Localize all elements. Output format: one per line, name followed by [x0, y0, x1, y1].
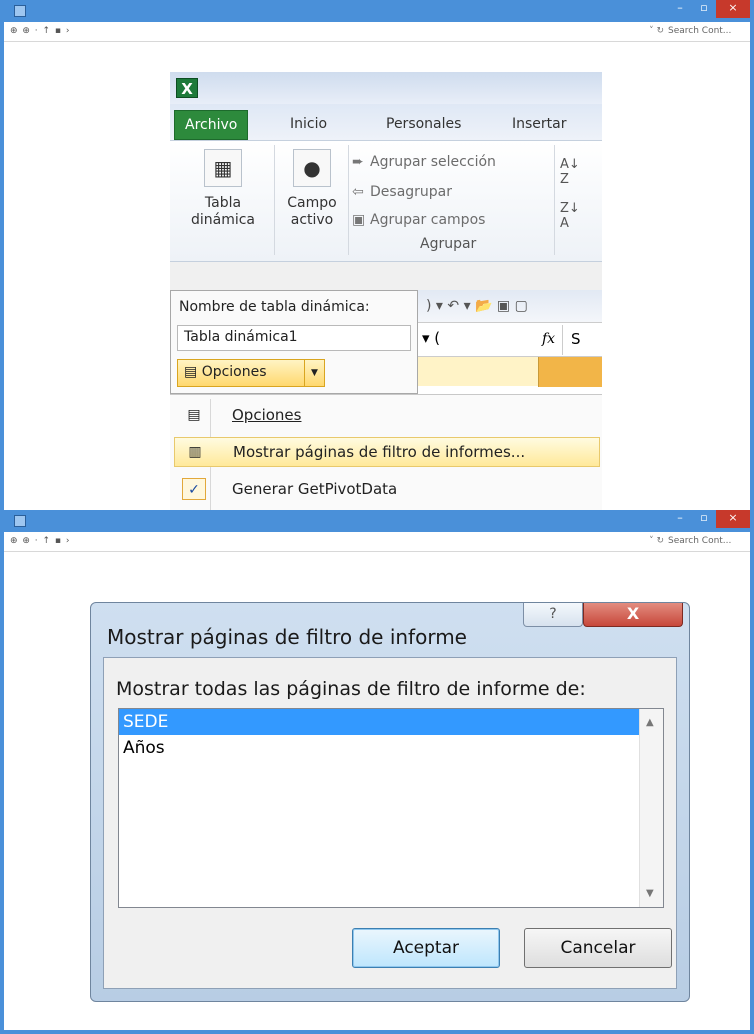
- menu-item-generar-getpivotdata[interactable]: ✓ Generar GetPivotData: [174, 475, 600, 505]
- agrupar-seleccion-button[interactable]: ➨ Agrupar selección: [352, 151, 496, 173]
- ribbon-tabs: Archivo Inicio Personales Insertar: [170, 104, 602, 140]
- tab-inicio[interactable]: Inicio: [280, 110, 337, 140]
- ribbon-separator: [348, 145, 349, 255]
- filter-list-label: Mostrar todas las páginas de filtro de i…: [116, 678, 586, 700]
- campo-activo-button[interactable]: ● Campo activo: [276, 149, 348, 229]
- maximize-button[interactable]: ▫: [692, 0, 716, 18]
- nav-arrows-icon[interactable]: ⊕ ⊕ · ↑ ▪ ›: [10, 536, 71, 546]
- explorer-window-top: – ▫ × ⊕ ⊕ · ↑ ▪ › ˅ ↻ Search Cont... X A…: [0, 0, 754, 520]
- excel-screenshot: X Archivo Inicio Personales Insertar ▦ T…: [170, 72, 602, 512]
- sort-za-icon[interactable]: Z↓ A: [560, 201, 580, 231]
- quick-access-icons: ) ▾ ↶ ▾ 📂 ▣ ▢: [418, 290, 602, 322]
- list-item-sede[interactable]: SEDE: [119, 709, 639, 735]
- aceptar-button[interactable]: Aceptar: [352, 928, 500, 968]
- maximize-button[interactable]: ▫: [692, 510, 716, 528]
- refresh-icon[interactable]: ˅ ↻: [649, 536, 664, 546]
- opciones-label: Opciones: [201, 364, 267, 380]
- address-bar: ⊕ ⊕ · ↑ ▪ › ˅ ↻ Search Cont...: [4, 22, 750, 42]
- filter-fields-list[interactable]: SEDE Años ▲ ▼: [118, 708, 664, 908]
- close-button[interactable]: ×: [716, 510, 750, 528]
- agrupar-campos-label: Agrupar campos: [370, 212, 486, 228]
- ribbon-panel: ▦ Tabla dinámica ● Campo activo ➨ Agrupar…: [170, 140, 602, 262]
- field-settings-icon: ●: [293, 149, 331, 187]
- pivot-name-label: Nombre de tabla dinámica:: [179, 299, 370, 315]
- tab-personales[interactable]: Personales: [376, 110, 471, 140]
- menu-item-label: Mostrar páginas de filtro de informes...: [233, 443, 526, 461]
- menu-item-opciones[interactable]: ▤ Opciones: [174, 401, 600, 431]
- fx-icon[interactable]: fx: [542, 331, 555, 347]
- formula-input[interactable]: S: [562, 325, 602, 355]
- title-bar: – ▫ ×: [4, 0, 750, 22]
- excel-logo-icon: X: [176, 78, 198, 98]
- sort-az-icon[interactable]: A↓ Z: [560, 157, 580, 187]
- report-pages-icon: ▥: [188, 444, 202, 460]
- checkmark-icon: ✓: [182, 478, 206, 500]
- scroll-down-icon[interactable]: ▼: [646, 888, 654, 899]
- formula-bar: ▾ ( fx S: [418, 322, 602, 356]
- menu-item-label: Opciones: [232, 406, 302, 424]
- refresh-icon[interactable]: ˅ ↻: [649, 26, 664, 36]
- app-icon: [14, 515, 26, 527]
- group-fields-icon: ▣: [352, 212, 366, 228]
- pivot-table-icon: ▦: [204, 149, 242, 187]
- list-scrollbar[interactable]: ▲ ▼: [639, 709, 663, 907]
- quick-access-toolbar: X: [170, 72, 602, 104]
- scroll-up-icon[interactable]: ▲: [646, 717, 654, 728]
- minimize-button[interactable]: –: [668, 0, 692, 18]
- list-item-anos[interactable]: Años: [119, 735, 639, 761]
- search-input[interactable]: Search Cont...: [668, 534, 744, 549]
- nav-arrows-icon[interactable]: ⊕ ⊕ · ↑ ▪ ›: [10, 26, 71, 36]
- name-box-dropdown-icon[interactable]: ▾ (: [422, 329, 440, 347]
- desagrupar-button[interactable]: ⇦ Desagrupar: [352, 181, 452, 203]
- options-icon: ▤: [184, 364, 202, 380]
- chevron-down-icon[interactable]: ▼: [304, 360, 324, 386]
- options-icon: ▤: [187, 407, 201, 423]
- dialog-close-button[interactable]: X: [583, 603, 683, 627]
- column-header: [418, 356, 602, 387]
- menu-item-label: Generar GetPivotData: [232, 480, 398, 498]
- desagrupar-label: Desagrupar: [370, 184, 453, 200]
- search-input[interactable]: Search Cont...: [668, 24, 744, 39]
- dialog-body: Mostrar todas las páginas de filtro de i…: [103, 657, 677, 989]
- ribbon-separator: [554, 145, 555, 255]
- arrow-right-icon: ➨: [352, 154, 364, 170]
- mostrar-paginas-dialog: Mostrar páginas de filtro de informe ? X…: [90, 602, 690, 1002]
- pivot-name-field[interactable]: Tabla dinámica1: [177, 325, 411, 351]
- selected-column-header[interactable]: [538, 357, 602, 387]
- campo-activo-label: Campo activo: [287, 195, 337, 228]
- sheet-area: ) ▾ ↶ ▾ 📂 ▣ ▢ ▾ ( fx S: [418, 290, 602, 394]
- tab-archivo[interactable]: Archivo: [174, 110, 249, 140]
- pivot-name-popup: Nombre de tabla dinámica: Tabla dinámica…: [170, 290, 418, 394]
- tabla-dinamica-button[interactable]: ▦ Tabla dinámica: [176, 149, 270, 229]
- ribbon-separator: [274, 145, 275, 255]
- title-bar: – ▫ ×: [4, 510, 750, 532]
- address-bar: ⊕ ⊕ · ↑ ▪ › ˅ ↻ Search Cont...: [4, 532, 750, 552]
- minimize-button[interactable]: –: [668, 510, 692, 528]
- agrupar-seleccion-label: Agrupar selección: [370, 154, 496, 170]
- menu-item-mostrar-paginas[interactable]: ▥ Mostrar páginas de filtro de informes.…: [174, 437, 600, 467]
- opciones-split-button[interactable]: ▤ Opciones ▼: [177, 359, 325, 387]
- cancelar-button[interactable]: Cancelar: [524, 928, 672, 968]
- arrow-left-icon: ⇦: [352, 184, 364, 200]
- dialog-title: Mostrar páginas de filtro de informe: [107, 625, 467, 649]
- opciones-dropdown-menu: ▤ Opciones ▥ Mostrar páginas de filtro d…: [170, 394, 602, 512]
- agrupar-campos-button[interactable]: ▣ Agrupar campos: [352, 209, 485, 231]
- group-label-agrupar: Agrupar: [420, 236, 477, 252]
- app-icon: [14, 5, 26, 17]
- tab-insertar[interactable]: Insertar: [502, 110, 577, 140]
- close-button[interactable]: ×: [716, 0, 750, 18]
- help-button[interactable]: ?: [523, 603, 583, 627]
- tabla-dinamica-label: Tabla dinámica: [190, 195, 256, 228]
